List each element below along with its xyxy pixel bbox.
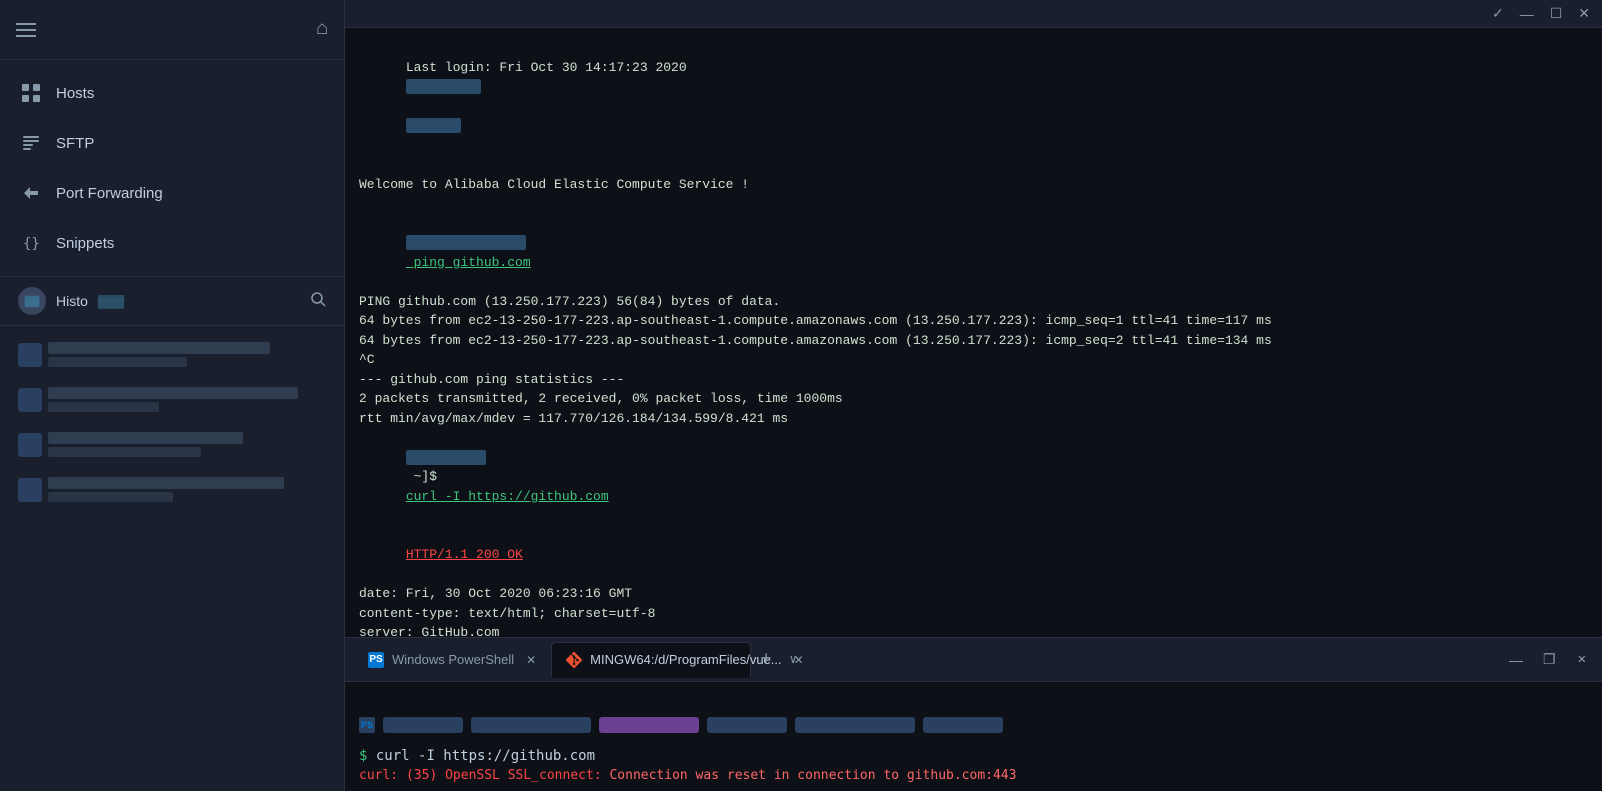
blur-item-4 [707,717,787,733]
term-line-curl-cmd: ~]$ curl -I https://github.com [359,428,1588,526]
snippets-icon: {} [20,232,42,254]
sidebar-nav: Hosts SFTP Port Forwarding [0,60,344,277]
blur-item-1 [383,717,463,733]
list-item[interactable] [0,467,344,512]
titlebar-close[interactable]: ✕ [1578,5,1590,22]
hosts-label: Hosts [56,85,94,102]
tab-powershell-label: Windows PowerShell [392,652,514,667]
term-line: 2 packets transmitted, 2 received, 0% pa… [359,389,1588,409]
term-line: Welcome to Alibaba Cloud Elastic Compute… [359,175,1588,195]
term-line-ping-cmd: ping github.com [359,214,1588,292]
history-header: ▓▓ Histo ▓▓▓ [0,277,344,326]
hamburger-icon[interactable] [16,23,36,37]
titlebar-restore[interactable]: ☐ [1550,5,1563,22]
sidebar-header: ⌂ [0,0,344,60]
window-close-btn[interactable]: ✕ [1570,647,1594,672]
git-icon [566,652,582,668]
hosts-icon [20,82,42,104]
term-line [359,194,1588,214]
window-restore-btn[interactable]: ❐ [1537,647,1562,672]
history-text-blur: ▓▓▓ [98,294,124,308]
blur-item-5 [795,717,915,733]
home-icon[interactable]: ⌂ [316,18,328,41]
blur-item-3 [599,717,699,733]
error-line: curl: (35) OpenSSL SSL_connect: Connecti… [359,768,1588,783]
term-line: --- github.com ping statistics --- [359,370,1588,390]
history-list [0,326,344,791]
list-item[interactable] [0,422,344,467]
term-line: 64 bytes from ec2-13-250-177-223.ap-sout… [359,331,1588,351]
input-line: $ curl -I https://github.com [359,748,1588,764]
error-message: Connection was reset in connection to gi… [609,768,1016,783]
powershell-icon: PS [368,652,384,668]
tab-chevron[interactable]: ∨ [781,648,805,672]
sidebar-item-hosts[interactable]: Hosts [0,68,344,118]
bottom-bar: PS $ curl -I https://github.com curl: (3… [345,681,1602,791]
svg-text:{}: {} [23,236,40,252]
snippets-label: Snippets [56,235,114,252]
main-area: ✓ — ☐ ✕ Last login: Fri Oct 30 14:17:23 … [345,0,1602,791]
tab-mingw[interactable]: MINGW64:/d/ProgramFiles/vue... ✕ [551,642,751,678]
input-prompt: $ [359,748,367,764]
tab-powershell-close[interactable]: ✕ [526,653,536,667]
sidebar-item-sftp[interactable]: SFTP [0,118,344,168]
blur-item-6 [923,717,1003,733]
term-line: date: Fri, 30 Oct 2020 06:23:16 GMT [359,584,1588,604]
term-line: rtt min/avg/max/mdev = 117.770/126.184/1… [359,409,1588,429]
term-line: server: GitHub.com [359,623,1588,637]
tabbar-right: — ❐ ✕ [1503,647,1594,672]
term-line: ^C [359,350,1588,370]
history-text: Histo [56,293,88,309]
titlebar-checkmark[interactable]: ✓ [1492,5,1504,22]
port-forwarding-icon [20,182,42,204]
list-item[interactable] [0,332,344,377]
error-prefix: curl: (35) OpenSSL SSL_connect: [359,768,602,783]
term-line: 64 bytes from ec2-13-250-177-223.ap-sout… [359,311,1588,331]
input-command: curl -I https://github.com [376,748,595,764]
history-avatar: ▓▓ [18,287,46,315]
history-label: ▓▓ Histo ▓▓▓ [18,287,124,315]
term-line [359,155,1588,175]
sidebar: ⌂ Hosts SFTP [0,0,345,791]
terminal-content[interactable]: Last login: Fri Oct 30 14:17:23 2020 xx … [345,28,1602,637]
sidebar-item-port-forwarding[interactable]: Port Forwarding [0,168,344,218]
bottom-blur-bar: PS [359,710,1588,740]
window-minimize-btn[interactable]: — [1503,648,1529,672]
sidebar-item-snippets[interactable]: {} Snippets [0,218,344,268]
blur-item-2 [471,717,591,733]
term-line: PING github.com (13.250.177.223) 56(84) … [359,292,1588,312]
tab-add-button[interactable]: + [751,645,781,675]
list-item[interactable] [0,377,344,422]
sftp-icon [20,132,42,154]
terminal-titlebar: ✓ — ☐ ✕ [345,0,1602,28]
ps-icon: PS [368,652,384,668]
sidebar-history: ▓▓ Histo ▓▓▓ [0,277,344,791]
sftp-label: SFTP [56,135,94,152]
term-line: content-type: text/html; charset=utf-8 [359,604,1588,624]
search-icon[interactable] [310,291,326,312]
term-line-http-ok: HTTP/1.1 200 OK [359,526,1588,585]
titlebar-minimize[interactable]: — [1520,6,1534,22]
tabbar: PS Windows PowerShell ✕ MINGW64:/d/Progr… [345,637,1602,681]
port-forwarding-label: Port Forwarding [56,185,163,202]
tab-powershell[interactable]: PS Windows PowerShell ✕ [353,642,551,678]
term-line: Last login: Fri Oct 30 14:17:23 2020 xx … [359,38,1588,155]
